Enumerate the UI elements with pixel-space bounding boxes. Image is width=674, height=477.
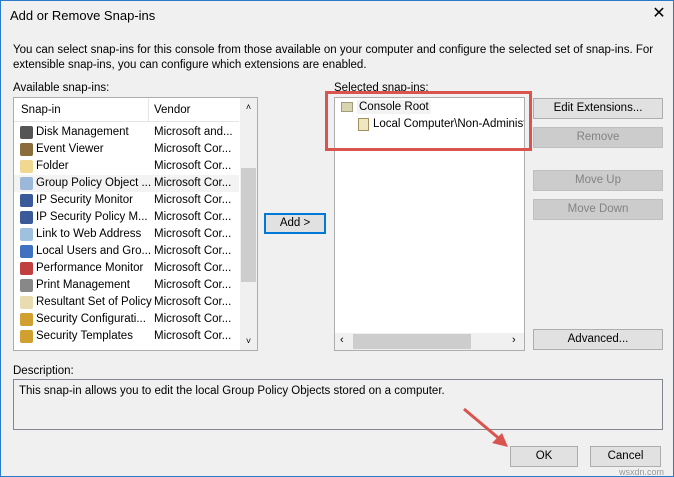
remove-button[interactable]: Remove bbox=[533, 127, 663, 148]
snapin-icon bbox=[20, 296, 33, 309]
scroll-thumb[interactable] bbox=[241, 168, 256, 282]
edit-extensions-button[interactable]: Edit Extensions... bbox=[533, 98, 663, 119]
list-item[interactable]: Local Users and Gro... Microsoft Cor... bbox=[14, 243, 239, 260]
add-button[interactable]: Add > bbox=[264, 213, 326, 234]
window-title: Add or Remove Snap-ins bbox=[10, 8, 156, 23]
list-item[interactable]: Link to Web Address Microsoft Cor... bbox=[14, 226, 239, 243]
advanced-button[interactable]: Advanced... bbox=[533, 329, 663, 350]
scroll-down-icon[interactable]: ˅ bbox=[240, 336, 257, 346]
horizontal-scrollbar[interactable]: ‹ › bbox=[335, 333, 524, 350]
snapin-name: Security Templates bbox=[36, 330, 133, 342]
snapin-icon bbox=[20, 262, 33, 275]
snapin-name: Resultant Set of Policy bbox=[36, 296, 152, 308]
list-item[interactable]: Security Configurati... Microsoft Cor... bbox=[14, 311, 239, 328]
move-down-button[interactable]: Move Down bbox=[533, 199, 663, 220]
snapin-name: Folder bbox=[36, 160, 69, 172]
snapin-icon bbox=[20, 313, 33, 326]
snapin-vendor: Microsoft Cor... bbox=[154, 313, 232, 325]
snapin-icon bbox=[20, 126, 33, 139]
available-label: Available snap-ins: bbox=[13, 82, 110, 94]
list-item[interactable]: Print Management Microsoft Cor... bbox=[14, 277, 239, 294]
list-item[interactable]: Disk Management Microsoft and... bbox=[14, 124, 239, 141]
snapin-name: Security Configurati... bbox=[36, 313, 146, 325]
description-text: This snap-in allows you to edit the loca… bbox=[19, 385, 445, 397]
snapin-icon bbox=[20, 228, 33, 241]
list-item[interactable]: Resultant Set of Policy Microsoft Cor... bbox=[14, 294, 239, 311]
snapin-icon bbox=[20, 330, 33, 343]
snapin-icon bbox=[20, 245, 33, 258]
scroll-right-icon[interactable]: › bbox=[512, 334, 516, 346]
snapin-vendor: Microsoft Cor... bbox=[154, 245, 232, 257]
list-item[interactable]: IP Security Policy M... Microsoft Cor... bbox=[14, 209, 239, 226]
snapin-name: Print Management bbox=[36, 279, 130, 291]
list-item[interactable]: Performance Monitor Microsoft Cor... bbox=[14, 260, 239, 277]
highlight-annotation bbox=[325, 91, 532, 151]
snapin-icon bbox=[20, 279, 33, 292]
watermark: wsxdn.com bbox=[619, 467, 665, 477]
description-label: Description: bbox=[13, 365, 74, 377]
vertical-scrollbar[interactable]: ˄ ˅ bbox=[240, 98, 257, 350]
list-item[interactable]: Folder Microsoft Cor... bbox=[14, 158, 239, 175]
snapin-vendor: Microsoft Cor... bbox=[154, 330, 232, 342]
description-box: This snap-in allows you to edit the loca… bbox=[13, 379, 663, 430]
cancel-button[interactable]: Cancel bbox=[590, 446, 661, 467]
snapin-vendor: Microsoft Cor... bbox=[154, 262, 232, 274]
snapin-vendor: Microsoft Cor... bbox=[154, 211, 232, 223]
snapin-icon bbox=[20, 211, 33, 224]
snapin-icon bbox=[20, 143, 33, 156]
snapin-vendor: Microsoft Cor... bbox=[154, 143, 232, 155]
ok-button[interactable]: OK bbox=[510, 446, 578, 467]
snapin-vendor: Microsoft Cor... bbox=[154, 228, 232, 240]
snapin-name: Link to Web Address bbox=[36, 228, 142, 240]
snapin-name: Event Viewer bbox=[36, 143, 104, 155]
list-item[interactable]: Security Templates Microsoft Cor... bbox=[14, 328, 239, 345]
snapin-name: IP Security Policy M... bbox=[36, 211, 148, 223]
list-item[interactable]: Group Policy Object ... Microsoft Cor... bbox=[14, 175, 239, 192]
snapin-vendor: Microsoft Cor... bbox=[154, 160, 232, 172]
available-snapins-list[interactable]: Snap-in Vendor Disk Management Microsoft … bbox=[13, 97, 258, 351]
snapin-name: Performance Monitor bbox=[36, 262, 144, 274]
snapin-name: IP Security Monitor bbox=[36, 194, 133, 206]
list-item[interactable]: IP Security Monitor Microsoft Cor... bbox=[14, 192, 239, 209]
scroll-up-icon[interactable]: ˄ bbox=[240, 102, 257, 112]
column-snapin[interactable]: Snap-in bbox=[21, 104, 61, 116]
snapin-icon bbox=[20, 160, 33, 173]
snapin-name: Group Policy Object ... bbox=[36, 177, 152, 189]
red-arrow-annotation bbox=[463, 407, 508, 447]
snapin-vendor: Microsoft Cor... bbox=[154, 177, 232, 189]
snapin-vendor: Microsoft Cor... bbox=[154, 296, 232, 308]
snapin-icon bbox=[20, 177, 33, 190]
snapin-icon bbox=[20, 194, 33, 207]
snapin-name: Local Users and Gro... bbox=[36, 245, 152, 257]
list-header: Snap-in Vendor bbox=[14, 98, 239, 122]
snapin-vendor: Microsoft Cor... bbox=[154, 194, 232, 206]
scroll-thumb[interactable] bbox=[353, 334, 471, 349]
move-up-button[interactable]: Move Up bbox=[533, 170, 663, 191]
snapin-vendor: Microsoft and... bbox=[154, 126, 233, 138]
snapin-name: Disk Management bbox=[36, 126, 129, 138]
list-item[interactable]: Event Viewer Microsoft Cor... bbox=[14, 141, 239, 158]
scroll-left-icon[interactable]: ‹ bbox=[340, 334, 344, 346]
snapin-vendor: Microsoft Cor... bbox=[154, 279, 232, 291]
intro-text: You can select snap-ins for this console… bbox=[13, 44, 654, 71]
column-vendor[interactable]: Vendor bbox=[154, 104, 190, 116]
close-icon[interactable]: ✕ bbox=[649, 3, 669, 25]
